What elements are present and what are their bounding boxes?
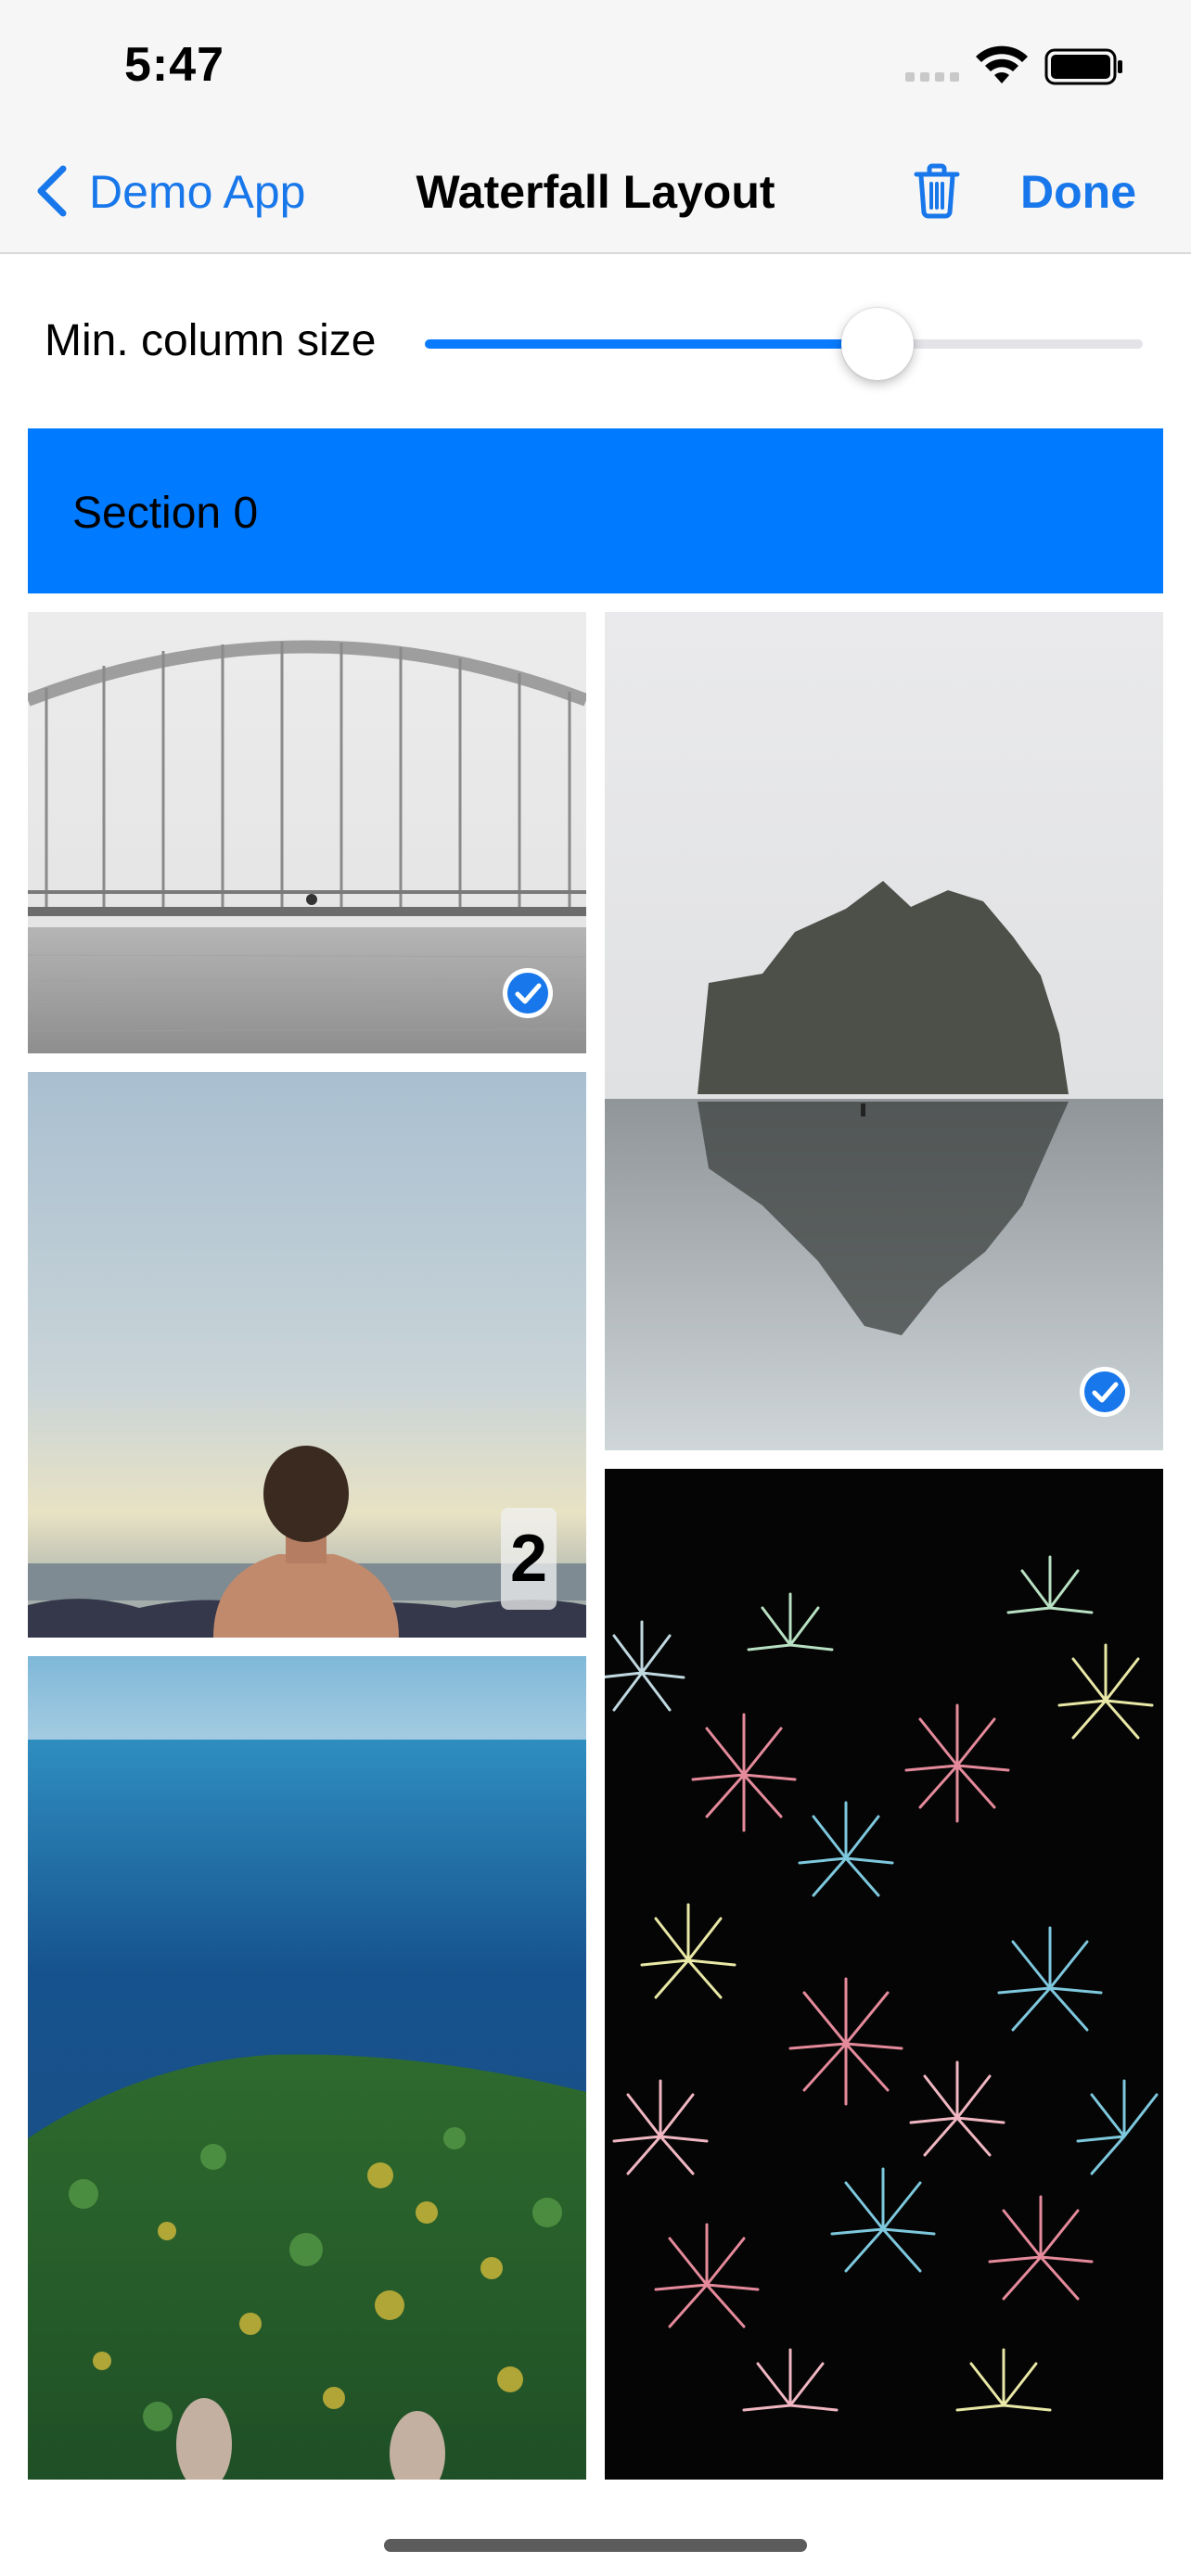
slider-fill <box>425 339 877 349</box>
column-size-slider[interactable] <box>425 308 1143 380</box>
status-time: 5:47 <box>124 38 225 92</box>
checkmark-circle-icon <box>503 968 553 1018</box>
done-button[interactable]: Done <box>1020 165 1136 219</box>
fireworks-photo <box>605 1469 1163 2480</box>
section-header: Section 0 <box>28 428 1163 593</box>
trash-icon[interactable] <box>913 163 961 219</box>
navigation-bar: 5:47 Demo App Waterfall Layout Done <box>0 0 1191 254</box>
back-button[interactable]: Demo App <box>89 165 305 219</box>
photo-tile[interactable] <box>605 612 1163 1450</box>
wifi-icon <box>976 45 1028 83</box>
forest-ocean-photo <box>28 1656 586 2480</box>
slider-label: Min. column size <box>45 316 377 365</box>
chevron-left-icon[interactable] <box>33 163 70 219</box>
photo-tile[interactable] <box>605 1469 1163 2480</box>
home-indicator[interactable] <box>384 2539 807 2552</box>
section-title: Section 0 <box>72 489 259 538</box>
count-badge: 2 <box>501 1508 557 1610</box>
slider-thumb[interactable] <box>840 308 914 380</box>
photo-tile[interactable]: 2 <box>28 1072 586 1638</box>
photo-tile[interactable] <box>28 1656 586 2480</box>
checkmark-circle-icon <box>1080 1367 1130 1417</box>
battery-icon <box>1044 48 1122 85</box>
cellular-signal-icon <box>905 72 959 82</box>
photo-tile[interactable] <box>28 612 586 1053</box>
rock-island-photo <box>605 612 1163 1450</box>
